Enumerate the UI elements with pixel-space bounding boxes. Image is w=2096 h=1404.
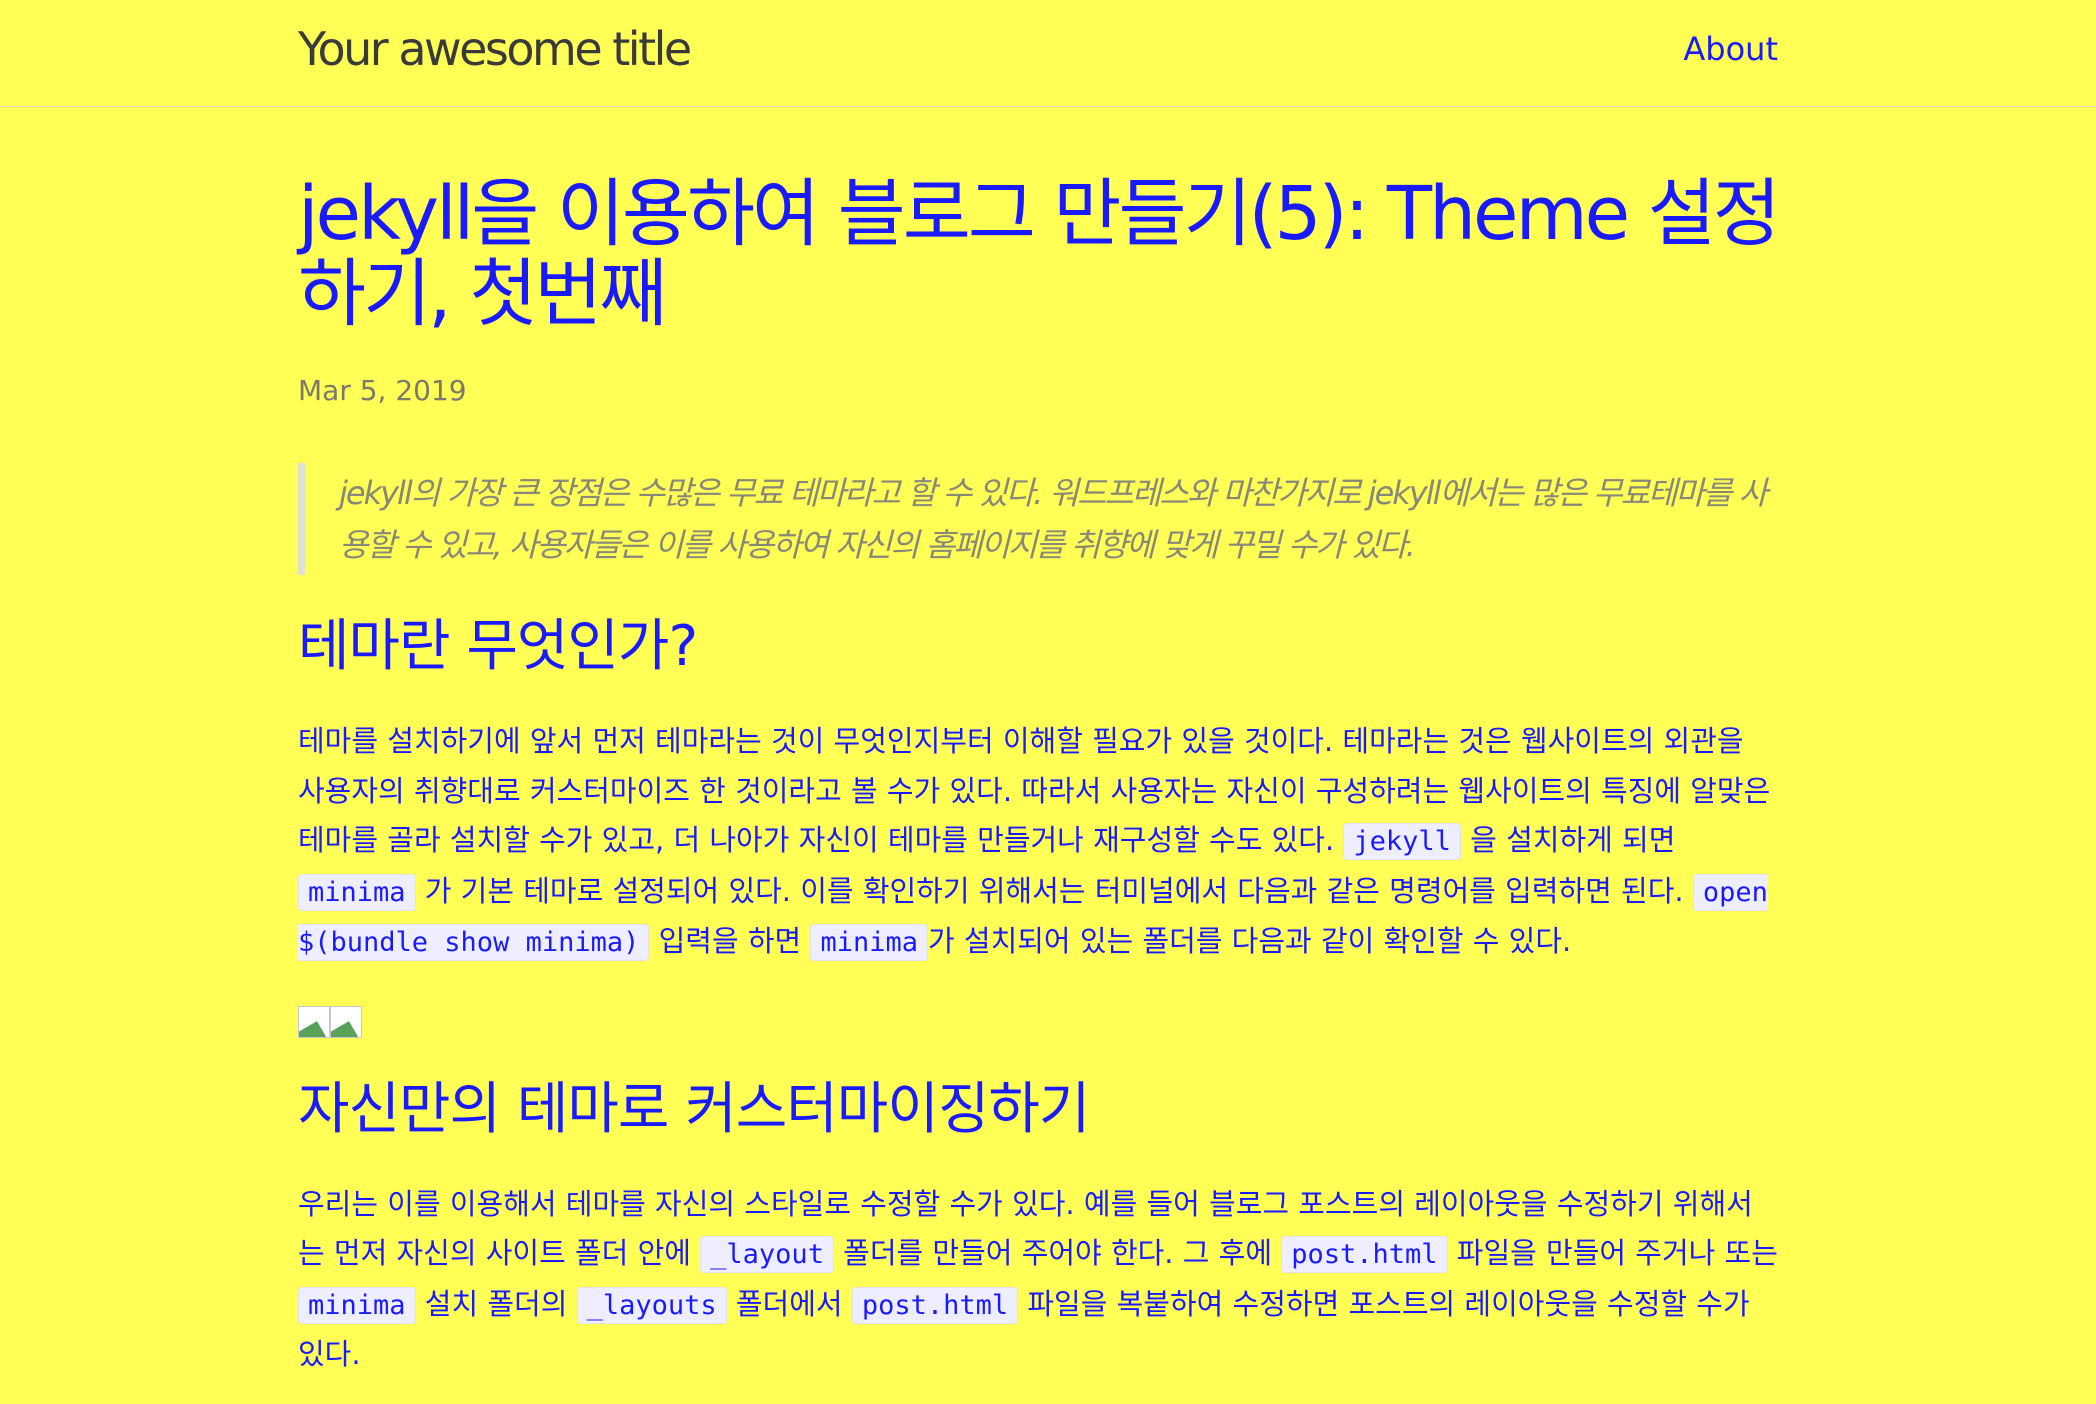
paragraph-text: 폴더를 만들어 주어야 한다. 그 후에 [833,1236,1282,1270]
paragraph-text: 가 설치되어 있는 폴더를 다음과 같이 확인할 수 있다. [927,924,1572,958]
inline-code: minima [298,873,416,911]
section-heading-what-is-theme: 테마란 무엇인가? [298,614,698,679]
section-paragraph-customizing: 우리는 이를 이용해서 테마를 자신의 스타일로 수정할 수가 있다. 예를 들… [298,1180,1778,1380]
image-row [298,1005,1778,1038]
paragraph-text: 가 기본 테마로 설정되어 있다. 이를 확인하기 위해서는 터미널에서 다음과… [415,873,1693,908]
broken-image-icon [330,1005,362,1038]
inline-code: _layouts [576,1286,727,1324]
inline-code: minima [810,924,928,961]
section-heading-customizing: 자신만의 테마로 커스터마이징하기 [298,1076,1090,1142]
site-title-link[interactable]: Your awesome title [298,22,692,76]
paragraph-text: 을 설치하게 되면 [1460,823,1676,857]
paragraph-text: 폴더에서 [726,1286,852,1321]
site-header: Your awesome title About [0,0,2096,107]
inline-code: minima [298,1286,416,1324]
broken-image-icon [298,1005,330,1038]
intro-blockquote: jekyll의 가장 큰 장점은 수많은 무료 테마라고 할 수 있다. 워드프… [298,463,1778,575]
post-date: Mar 5, 2019 [298,374,467,407]
nav-about-link[interactable]: About [1683,30,1778,68]
paragraph-text: 입력을 하면 [649,924,811,958]
paragraph-text: 파일을 만들어 주거나 또는 [1447,1236,1778,1270]
inline-code: jekyll [1343,823,1461,860]
inline-code: post.html [1281,1236,1448,1273]
paragraph-text: 설치 폴더의 [415,1286,577,1321]
inline-code: post.html [851,1286,1019,1324]
inline-code: _layout [700,1236,834,1273]
section-paragraph-what-is-theme: 테마를 설치하기에 앞서 먼저 테마라는 것이 무엇인지부터 이해할 필요가 있… [298,717,1778,968]
post-content: jekyll을 이용하여 블로그 만들기(5): Theme 설정하기, 첫번째… [298,108,1781,1380]
post-title: jekyll을 이용하여 블로그 만들기(5): Theme 설정하기, 첫번째 [298,171,1781,337]
